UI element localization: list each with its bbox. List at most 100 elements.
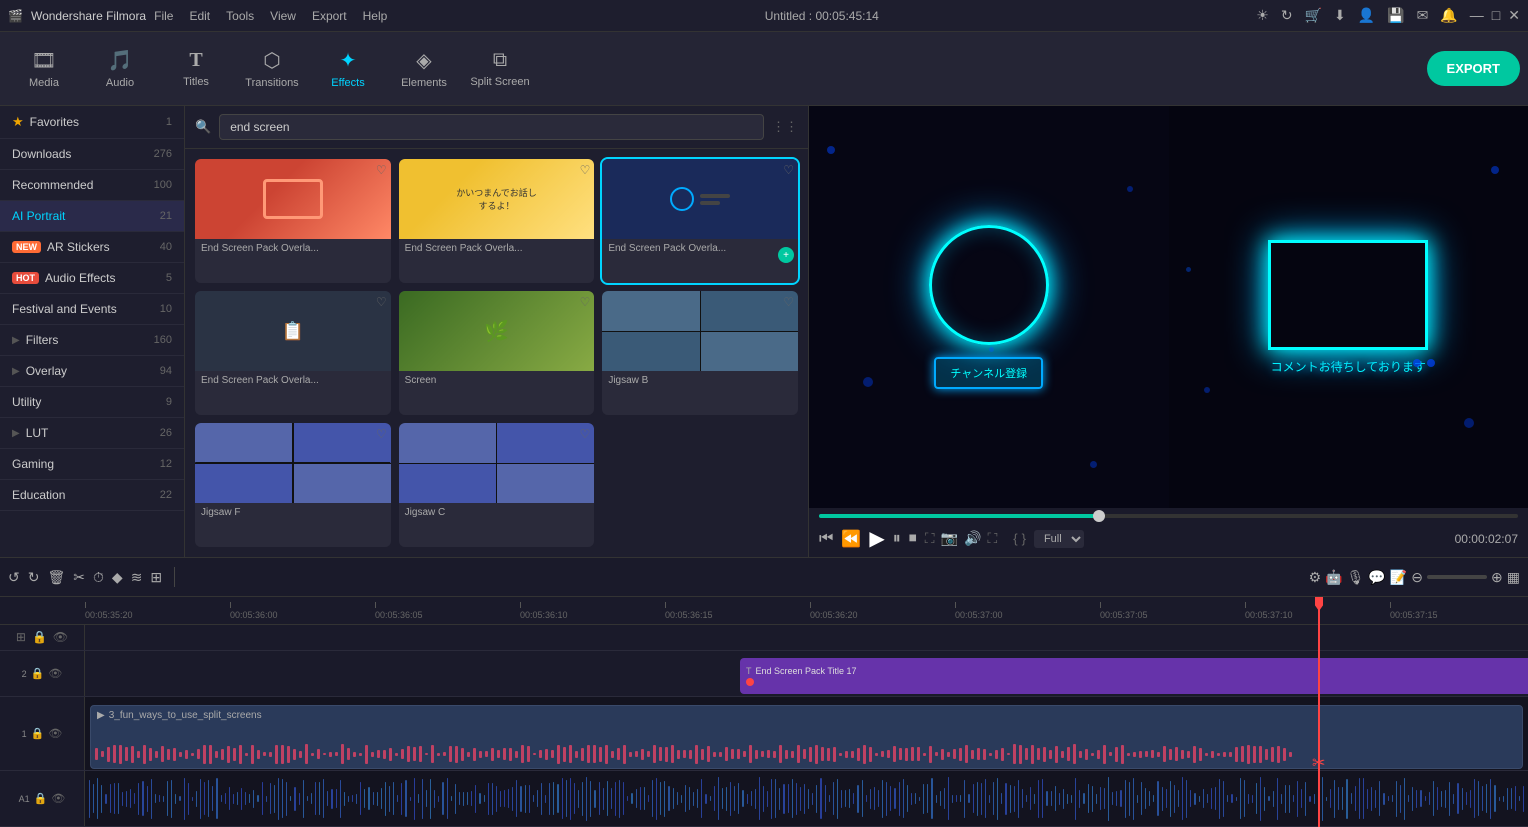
sidebar-item-ar-stickers[interactable]: NEW AR Stickers 40 — [0, 232, 184, 263]
caption-button[interactable]: 📝 — [1390, 569, 1407, 586]
sidebar-item-lut[interactable]: ▶ LUT 26 — [0, 418, 184, 449]
effect-card-8[interactable]: ♡ Jigsaw C — [399, 423, 595, 547]
notification-icon[interactable]: 🔔 — [1440, 7, 1457, 24]
favorite-icon-3[interactable]: ♡ — [783, 163, 794, 177]
menu-export[interactable]: Export — [312, 9, 347, 23]
progress-handle[interactable] — [1093, 510, 1105, 522]
effect-card-6[interactable]: ♡ Jigsaw B — [602, 291, 798, 415]
zoom-slider[interactable] — [1427, 575, 1487, 579]
stop-button[interactable]: ⏹ — [909, 530, 917, 548]
track-content-audio[interactable]: const abars = document.currentScript.par… — [85, 771, 1528, 826]
sidebar-item-utility[interactable]: Utility 9 — [0, 387, 184, 418]
sidebar-item-audio-effects[interactable]: HOT Audio Effects 5 — [0, 263, 184, 294]
sidebar-item-gaming[interactable]: Gaming 12 — [0, 449, 184, 480]
video-block[interactable]: ▶ 3_fun_ways_to_use_split_screens const … — [90, 705, 1523, 769]
maximize-button[interactable]: □ — [1492, 7, 1500, 24]
download-manager-icon[interactable]: ⬇ — [1334, 7, 1346, 24]
sidebar-item-recommended[interactable]: Recommended 100 — [0, 170, 184, 201]
sidebar-item-downloads[interactable]: Downloads 276 — [0, 139, 184, 170]
sun-icon[interactable]: ☀ — [1256, 7, 1269, 24]
quality-select[interactable]: Full 1/2 1/4 — [1034, 530, 1084, 548]
track-content-effects[interactable]: T End Screen Pack Title 17 — [85, 651, 1528, 696]
sidebar-item-education[interactable]: Education 22 — [0, 480, 184, 511]
refresh-icon[interactable]: ↻ — [1281, 7, 1293, 24]
effect-card-5[interactable]: 🌿 ♡ Screen — [399, 291, 595, 415]
mix-button[interactable]: ⊞ — [150, 569, 162, 586]
timeline-settings-button[interactable]: ▦ — [1507, 569, 1520, 586]
toolbar-audio[interactable]: 🎵 Audio — [84, 37, 156, 101]
skip-back-button[interactable]: ⏮ — [819, 530, 833, 548]
sidebar-item-festival-events[interactable]: Festival and Events 10 — [0, 294, 184, 325]
cut-button[interactable]: ✂ — [73, 569, 85, 586]
save-icon[interactable]: 💾 — [1387, 7, 1404, 24]
lock-icon[interactable]: 🔒 — [31, 667, 45, 680]
menu-bar[interactable]: File Edit Tools View Export Help — [154, 9, 387, 23]
menu-view[interactable]: View — [270, 9, 296, 23]
lock-icon-audio[interactable]: 🔒 — [34, 792, 48, 805]
eye-icon-audio[interactable]: 👁 — [51, 792, 65, 805]
favorite-icon-1[interactable]: ♡ — [376, 163, 387, 177]
fullscreen-icon[interactable]: ⛶ — [987, 530, 997, 547]
effect-card-4[interactable]: 📋 ♡ End Screen Pack Overla... — [195, 291, 391, 415]
menu-help[interactable]: Help — [363, 9, 388, 23]
effect-card-3[interactable]: ♡ + End Screen Pack Overla... — [602, 159, 798, 283]
color-button[interactable]: ◆ — [112, 569, 123, 586]
eye-icon[interactable]: 👁 — [48, 667, 62, 680]
search-input[interactable] — [219, 114, 764, 140]
favorite-icon-4[interactable]: ♡ — [376, 295, 387, 309]
menu-edit[interactable]: Edit — [189, 9, 210, 23]
sidebar-item-overlay[interactable]: ▶ Overlay 94 — [0, 356, 184, 387]
speed-button[interactable]: ⏱ — [93, 569, 104, 586]
track-lock-icon[interactable]: 🔒 — [32, 630, 47, 644]
toolbar-titles[interactable]: T Titles — [160, 37, 232, 101]
toolbar-split-screen[interactable]: ⧉ Split Screen — [464, 37, 536, 101]
favorite-icon-8[interactable]: ♡ — [580, 427, 591, 441]
effect-card-2[interactable]: かいつまんでお話しするよ！ ♡ End Screen Pack Overla..… — [399, 159, 595, 283]
toolbar-elements[interactable]: ◈ Elements — [388, 37, 460, 101]
favorite-icon-7[interactable]: ♡ — [376, 427, 387, 441]
play-button[interactable]: ▶ — [869, 526, 884, 551]
favorite-icon-6[interactable]: ♡ — [783, 295, 794, 309]
mail-icon[interactable]: ✉ — [1417, 7, 1429, 24]
progress-bar[interactable] — [819, 514, 1518, 518]
track-visible-icon[interactable]: 👁 — [53, 630, 68, 644]
redo-button[interactable]: ↻ — [28, 569, 40, 586]
sidebar-item-ai-portrait[interactable]: AI Portrait 21 — [0, 201, 184, 232]
toolbar-effects[interactable]: ✦ Effects — [312, 37, 384, 101]
favorite-icon-2[interactable]: ♡ — [580, 163, 591, 177]
user-icon[interactable]: 👤 — [1358, 7, 1375, 24]
sidebar-item-favorites[interactable]: ★ Favorites 1 — [0, 106, 184, 139]
audio-tool-button[interactable]: ≋ — [131, 569, 143, 586]
lock-icon-video[interactable]: 🔒 — [31, 727, 45, 740]
step-back-button[interactable]: ⏪ — [841, 529, 861, 549]
pause-button[interactable]: ⏸ — [893, 530, 901, 548]
effect-card-1[interactable]: ♡ End Screen Pack Overla... — [195, 159, 391, 283]
menu-tools[interactable]: Tools — [226, 9, 254, 23]
eye-icon-video[interactable]: 👁 — [48, 727, 62, 740]
ai-tools-button[interactable]: 🤖 — [1325, 569, 1342, 586]
mic-button[interactable]: 🎙 — [1347, 569, 1365, 586]
zoom-out-button[interactable]: ⊖ — [1411, 569, 1423, 586]
export-button[interactable]: EXPORT — [1427, 51, 1520, 86]
minimize-button[interactable]: — — [1470, 7, 1484, 24]
cart-icon[interactable]: 🛒 — [1305, 7, 1322, 24]
subtitle-button[interactable]: 💬 — [1368, 569, 1385, 586]
volume-icon[interactable]: 🔊 — [964, 530, 981, 547]
grid-toggle-icon[interactable]: ⋮⋮ — [772, 119, 798, 135]
undo-button[interactable]: ↺ — [8, 569, 20, 586]
snapshot-icon[interactable]: 📷 — [941, 530, 958, 547]
delete-button[interactable]: 🗑 — [47, 569, 65, 586]
crop-icon[interactable]: ⛶ — [925, 530, 935, 547]
zoom-in-button[interactable]: ⊕ — [1491, 569, 1503, 586]
close-button[interactable]: ✕ — [1508, 7, 1520, 24]
favorite-icon-5[interactable]: ♡ — [580, 295, 591, 309]
effect-block[interactable]: T End Screen Pack Title 17 — [740, 658, 1528, 694]
menu-file[interactable]: File — [154, 9, 173, 23]
sidebar-item-filters[interactable]: ▶ Filters 160 — [0, 325, 184, 356]
zoom-settings-button[interactable]: ⚙ — [1309, 569, 1322, 586]
toolbar-media[interactable]: 🎞 Media — [8, 37, 80, 101]
effect-card-7[interactable]: ♡ Jigsaw F — [195, 423, 391, 547]
toolbar-transitions[interactable]: ⬡ Transitions — [236, 37, 308, 101]
add-effect-icon-3[interactable]: + — [778, 247, 794, 263]
track-snap-icon[interactable]: ⊞ — [16, 630, 26, 644]
